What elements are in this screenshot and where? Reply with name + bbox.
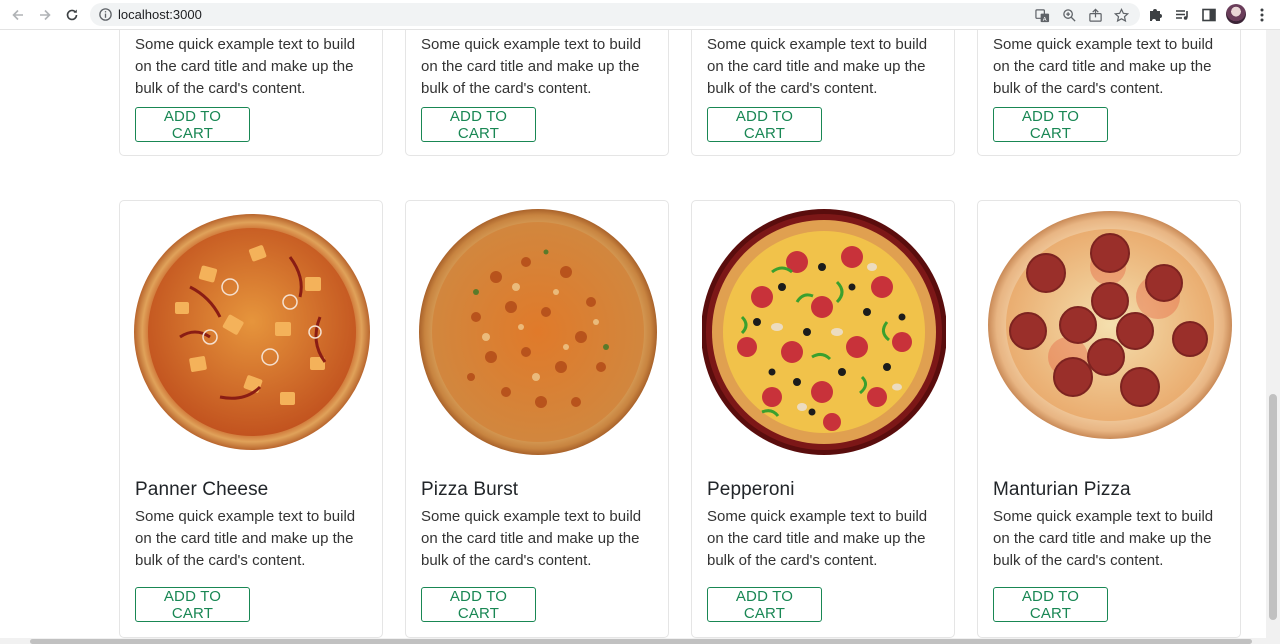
star-icon	[1113, 7, 1129, 22]
add-to-cart-button[interactable]: ADD TO CART	[135, 107, 250, 142]
card-title: Pizza Burst	[421, 479, 519, 500]
card-title: Panner Cheese	[135, 479, 269, 500]
horizontal-scrollbar-thumb[interactable]	[30, 639, 1252, 644]
add-to-cart-button[interactable]: ADD TO CART	[707, 107, 822, 142]
card-description: Some quick example text to build on the …	[993, 36, 1214, 97]
horizontal-scrollbar[interactable]	[0, 638, 1280, 644]
product-card: Some quick example text to build on the …	[405, 30, 669, 156]
browser-toolbar: localhost:3000 A	[0, 0, 1280, 30]
product-card: Pizza Burst Some quick example text to b…	[405, 200, 669, 638]
cheese-burst-pizza-image	[419, 209, 657, 455]
card-description: Some quick example text to build on the …	[421, 508, 642, 569]
info-icon[interactable]	[98, 7, 113, 22]
share-icon	[1088, 8, 1102, 22]
forward-button[interactable]	[33, 3, 57, 27]
card-description: Some quick example text to build on the …	[135, 36, 356, 97]
add-to-cart-button[interactable]: ADD TO CART	[135, 587, 250, 622]
menu-button[interactable]	[1252, 5, 1272, 25]
vertical-scrollbar-thumb[interactable]	[1269, 394, 1277, 620]
translate-icon: A	[1034, 8, 1049, 22]
card-description: Some quick example text to build on the …	[135, 508, 356, 569]
add-to-cart-button[interactable]: ADD TO CART	[421, 587, 536, 622]
card-title: Manturian Pizza	[993, 479, 1131, 500]
card-description: Some quick example text to build on the …	[421, 36, 642, 97]
card-title: Pepperoni	[707, 479, 795, 500]
share-button[interactable]	[1086, 6, 1104, 24]
add-to-cart-button[interactable]: ADD TO CART	[993, 587, 1108, 622]
paneer-pizza-image	[134, 214, 370, 450]
vertical-scrollbar[interactable]	[1266, 30, 1280, 638]
extensions-button[interactable]	[1145, 5, 1165, 25]
url-text: localhost:3000	[118, 7, 202, 22]
reading-list-button[interactable]	[1172, 5, 1192, 25]
card-description: Some quick example text to build on the …	[993, 508, 1214, 569]
product-card: Some quick example text to build on the …	[977, 30, 1241, 156]
salami-pizza-image	[988, 211, 1232, 439]
playlist-icon	[1176, 10, 1188, 20]
side-panel-icon	[1202, 8, 1216, 22]
svg-text:A: A	[1042, 16, 1046, 22]
back-button[interactable]	[6, 3, 30, 27]
product-card: Some quick example text to build on the …	[119, 30, 383, 156]
card-description: Some quick example text to build on the …	[707, 508, 928, 569]
side-panel-button[interactable]	[1199, 5, 1219, 25]
kebab-menu-icon	[1260, 8, 1264, 22]
zoom-button[interactable]	[1060, 6, 1078, 24]
card-description: Some quick example text to build on the …	[707, 36, 928, 97]
add-to-cart-button[interactable]: ADD TO CART	[421, 107, 536, 142]
pepperoni-veggie-pizza-image	[702, 209, 946, 455]
product-card: Pepperoni Some quick example text to bui…	[691, 200, 955, 638]
zoom-icon	[1062, 8, 1076, 22]
product-card: Manturian Pizza Some quick example text …	[977, 200, 1241, 638]
arrow-left-icon	[12, 9, 23, 21]
product-card: Panner Cheese Some quick example text to…	[119, 200, 383, 638]
translate-button[interactable]: A	[1033, 6, 1051, 24]
add-to-cart-button[interactable]: ADD TO CART	[707, 587, 822, 622]
arrow-right-icon	[40, 9, 51, 21]
profile-avatar[interactable]	[1226, 4, 1246, 24]
page-content: Some quick example text to build on the …	[0, 30, 1266, 638]
reload-button[interactable]	[60, 3, 84, 27]
address-bar[interactable]: localhost:3000 A	[90, 3, 1140, 26]
reload-icon	[66, 9, 78, 21]
bookmark-button[interactable]	[1112, 6, 1130, 24]
add-to-cart-button[interactable]: ADD TO CART	[993, 107, 1108, 142]
puzzle-icon	[1150, 9, 1162, 21]
product-card: Some quick example text to build on the …	[691, 30, 955, 156]
